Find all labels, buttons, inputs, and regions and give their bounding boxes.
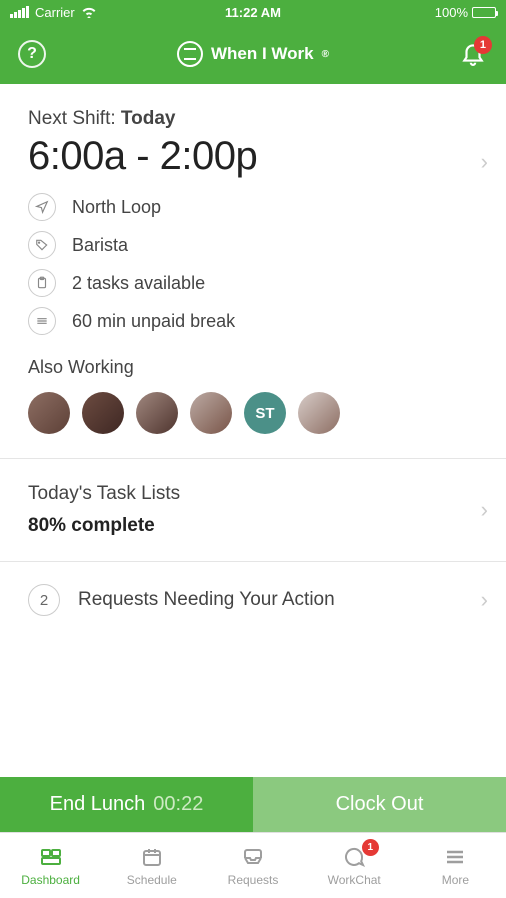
app-logo: When I Work ®: [177, 41, 329, 67]
content-scroll[interactable]: › Next Shift: Today 6:00a - 2:00p North …: [0, 84, 506, 777]
workchat-badge: 1: [362, 839, 379, 856]
notification-badge: 1: [474, 36, 492, 54]
shift-location: North Loop: [72, 197, 161, 218]
end-lunch-label: End Lunch: [50, 793, 146, 816]
help-button[interactable]: ?: [18, 40, 46, 68]
end-lunch-timer: 00:22: [153, 793, 203, 816]
chevron-right-icon: ›: [481, 497, 488, 523]
next-shift-prefix: Next Shift:: [28, 108, 121, 129]
app-name: When I Work: [211, 44, 314, 64]
tab-bar: Dashboard Schedule Requests 1 WorkChat M…: [0, 832, 506, 898]
requests-card[interactable]: › 2 Requests Needing Your Action: [0, 562, 506, 638]
carrier-label: Carrier: [35, 5, 75, 20]
nav-bar: ? When I Work ® 1: [0, 24, 506, 84]
tab-more[interactable]: More: [405, 833, 506, 898]
notifications-button[interactable]: 1: [460, 40, 488, 68]
status-time: 11:22 AM: [172, 5, 334, 20]
menu-icon: [441, 845, 469, 869]
shift-break: 60 min unpaid break: [72, 311, 235, 332]
chevron-right-icon: ›: [481, 587, 488, 613]
end-lunch-button[interactable]: End Lunch 00:22: [0, 777, 253, 832]
tab-requests[interactable]: Requests: [202, 833, 303, 898]
avatar[interactable]: ST: [244, 392, 286, 434]
status-left: Carrier: [10, 5, 172, 20]
requests-label: Requests Needing Your Action: [78, 589, 335, 611]
shift-location-row: North Loop: [28, 193, 478, 221]
signal-icon: [10, 6, 29, 18]
break-icon: [28, 307, 56, 335]
shift-position: Barista: [72, 235, 128, 256]
avatar[interactable]: [136, 392, 178, 434]
tab-label: More: [442, 873, 469, 887]
status-right: 100%: [334, 5, 496, 20]
tab-label: Schedule: [127, 873, 177, 887]
registered-mark: ®: [322, 49, 329, 60]
status-bar: Carrier 11:22 AM 100%: [0, 0, 506, 24]
tab-schedule[interactable]: Schedule: [101, 833, 202, 898]
clipboard-icon: [28, 269, 56, 297]
logo-mark-icon: [177, 41, 203, 67]
tag-icon: [28, 231, 56, 259]
calendar-icon: [138, 845, 166, 869]
tab-workchat[interactable]: 1 WorkChat: [304, 833, 405, 898]
shift-tasks-row: 2 tasks available: [28, 269, 478, 297]
next-shift-card[interactable]: › Next Shift: Today 6:00a - 2:00p North …: [0, 84, 506, 459]
avatar[interactable]: [28, 392, 70, 434]
action-bar: End Lunch 00:22 Clock Out: [0, 777, 506, 832]
tab-label: WorkChat: [328, 873, 381, 887]
also-working-avatars: ST: [28, 392, 478, 434]
battery-icon: [472, 7, 496, 18]
clock-out-button[interactable]: Clock Out: [253, 777, 506, 832]
avatar[interactable]: [82, 392, 124, 434]
chevron-right-icon: ›: [481, 149, 488, 175]
tab-label: Dashboard: [21, 873, 80, 887]
avatar[interactable]: [190, 392, 232, 434]
task-lists-card[interactable]: › Today's Task Lists 80% complete: [0, 459, 506, 562]
next-shift-day: Today: [121, 108, 176, 129]
dashboard-icon: [37, 845, 65, 869]
clock-out-label: Clock Out: [336, 793, 424, 816]
inbox-icon: [239, 845, 267, 869]
task-lists-title: Today's Task Lists: [28, 483, 478, 505]
shift-tasks: 2 tasks available: [72, 273, 205, 294]
tab-label: Requests: [228, 873, 279, 887]
requests-count: 2: [28, 584, 60, 616]
next-shift-label: Next Shift: Today: [28, 108, 478, 130]
wifi-icon: [81, 6, 97, 18]
location-icon: [28, 193, 56, 221]
also-working-label: Also Working: [28, 357, 478, 378]
avatar[interactable]: [298, 392, 340, 434]
task-lists-completion: 80% complete: [28, 515, 478, 537]
shift-time: 6:00a - 2:00p: [28, 134, 478, 179]
tab-dashboard[interactable]: Dashboard: [0, 833, 101, 898]
shift-position-row: Barista: [28, 231, 478, 259]
shift-break-row: 60 min unpaid break: [28, 307, 478, 335]
battery-percent: 100%: [435, 5, 468, 20]
